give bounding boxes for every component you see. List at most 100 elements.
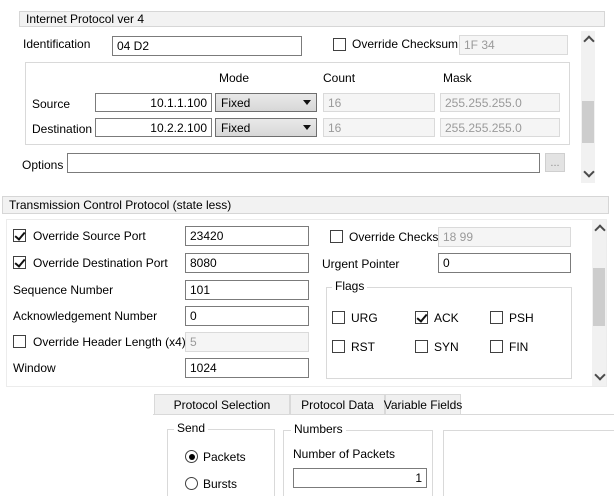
source-mask-value: 255.255.255.0	[445, 95, 522, 110]
source-label: Source	[32, 97, 71, 111]
destination-count-value: 16	[328, 120, 342, 135]
ipv4-section-title: Internet Protocol ver 4	[26, 12, 145, 26]
scroll-down-icon[interactable]	[594, 369, 606, 381]
window-input[interactable]: 1024	[185, 358, 309, 378]
destination-mode-value: Fixed	[221, 120, 251, 135]
acknowledgement-number-value: 0	[190, 309, 197, 323]
destination-mode-select[interactable]: Fixed	[215, 118, 317, 137]
header-length-input: 5	[185, 332, 309, 352]
flag-urg-checkbox[interactable]	[332, 311, 345, 324]
flag-fin-label[interactable]: FIN	[509, 341, 528, 354]
count-column-header: Count	[323, 71, 356, 85]
source-mode-value: Fixed	[221, 95, 251, 110]
destination-port-input[interactable]: 8080	[185, 253, 309, 273]
flag-psh-label[interactable]: PSH	[509, 312, 534, 325]
dropdown-arrow-icon	[303, 100, 311, 105]
scroll-up-icon[interactable]	[594, 224, 606, 236]
send-groupbox-label: Send	[174, 422, 209, 435]
destination-mask-value: 255.255.255.0	[445, 120, 522, 135]
flag-syn-label[interactable]: SYN	[434, 341, 459, 354]
tab-protocol-data-label: Protocol Data	[301, 397, 374, 412]
urgent-pointer-label: Urgent Pointer	[322, 257, 400, 271]
flag-rst-label[interactable]: RST	[351, 341, 375, 354]
clipped-groupbox	[443, 430, 614, 496]
options-input[interactable]	[67, 153, 540, 173]
acknowledgement-number-label: Acknowledgement Number	[13, 309, 158, 323]
urgent-pointer-value: 0	[443, 256, 450, 270]
options-browse-label: ...	[550, 156, 560, 169]
override-header-length-label[interactable]: Override Header Length (x4)	[33, 336, 186, 349]
window-value: 1024	[190, 361, 217, 375]
options-label: Options	[22, 158, 64, 172]
ipv4-section-header[interactable]: Internet Protocol ver 4	[19, 11, 605, 27]
source-port-value: 23420	[190, 229, 224, 243]
tab-variable-fields[interactable]: Variable Fields	[383, 394, 463, 415]
ipv4-override-checksum-checkbox[interactable]	[333, 38, 346, 51]
number-of-packets-input[interactable]: 1	[293, 468, 427, 488]
tab-protocol-selection[interactable]: Protocol Selection	[154, 394, 290, 415]
tcp-section-header[interactable]: Transmission Control Protocol (state les…	[2, 196, 609, 214]
protocol-editor-window: Internet Protocol ver 4 Identification 0…	[0, 0, 614, 496]
options-browse-button[interactable]: ...	[545, 153, 565, 172]
tcp-checksum-input: 18 99	[438, 227, 571, 247]
source-address-input[interactable]: 10.1.1.100	[95, 93, 212, 112]
flag-psh-checkbox[interactable]	[490, 311, 503, 324]
tab-protocol-data[interactable]: Protocol Data	[290, 394, 385, 415]
sequence-number-input[interactable]: 101	[185, 280, 309, 300]
flag-ack-checkbox[interactable]	[415, 311, 428, 324]
tcp-checksum-value: 18 99	[443, 230, 474, 244]
identification-input[interactable]: 04 D2	[112, 36, 302, 56]
urgent-pointer-input[interactable]: 0	[438, 253, 571, 273]
send-bursts-radio[interactable]	[185, 477, 198, 490]
flag-fin-checkbox[interactable]	[490, 340, 503, 353]
source-port-input[interactable]: 23420	[185, 226, 309, 246]
flag-urg-label[interactable]: URG	[351, 312, 378, 325]
tab-variable-fields-label: Variable Fields	[383, 397, 463, 412]
number-of-packets-value: 1	[415, 471, 422, 485]
source-count-value: 16	[328, 95, 342, 110]
ipv4-override-checksum-label[interactable]: Override Checksum	[352, 38, 458, 51]
flag-rst-checkbox[interactable]	[332, 340, 345, 353]
tcp-override-checksum-checkbox[interactable]	[330, 230, 343, 243]
tab-protocol-selection-label: Protocol Selection	[173, 397, 271, 412]
mask-column-header: Mask	[443, 71, 472, 85]
override-source-port-checkbox[interactable]	[13, 229, 26, 242]
identification-label: Identification	[23, 37, 91, 51]
flags-groupbox	[326, 287, 572, 379]
sequence-number-label: Sequence Number	[13, 283, 114, 297]
ipv4-checksum-value: 1F 34	[464, 38, 495, 52]
sequence-number-value: 101	[190, 283, 211, 297]
destination-label: Destination	[32, 122, 93, 136]
numbers-groupbox-label: Numbers	[291, 423, 346, 436]
send-bursts-label[interactable]: Bursts	[203, 478, 237, 491]
tcp-scrollbar-thumb[interactable]	[593, 268, 605, 326]
scroll-up-icon[interactable]	[583, 35, 595, 47]
override-header-length-checkbox[interactable]	[13, 335, 26, 348]
send-packets-label[interactable]: Packets	[203, 451, 246, 464]
destination-mask-input: 255.255.255.0	[440, 118, 560, 137]
identification-value: 04 D2	[117, 39, 150, 53]
flags-groupbox-label: Flags	[332, 280, 368, 293]
destination-address-input[interactable]: 10.2.2.100	[95, 118, 212, 137]
acknowledgement-number-input[interactable]: 0	[185, 306, 309, 326]
number-of-packets-label: Number of Packets	[293, 447, 396, 461]
override-destination-port-checkbox[interactable]	[13, 256, 26, 269]
destination-count-input: 16	[323, 118, 435, 137]
flag-ack-label[interactable]: ACK	[434, 312, 459, 325]
scroll-down-icon[interactable]	[583, 166, 595, 178]
send-packets-radio[interactable]	[185, 450, 198, 463]
header-length-value: 5	[190, 335, 197, 349]
override-source-port-label[interactable]: Override Source Port	[33, 230, 146, 243]
source-mode-select[interactable]: Fixed	[215, 93, 317, 112]
source-mask-input: 255.255.255.0	[440, 93, 560, 112]
source-count-input: 16	[323, 93, 435, 112]
source-address-value: 10.1.1.100	[150, 95, 207, 110]
ipv4-scrollbar-thumb[interactable]	[582, 101, 594, 143]
window-label: Window	[13, 361, 56, 375]
destination-port-value: 8080	[190, 256, 217, 270]
ipv4-checksum-input: 1F 34	[459, 35, 568, 55]
ipv4-scrollbar[interactable]	[581, 31, 595, 183]
tcp-scrollbar[interactable]	[592, 220, 606, 386]
flag-syn-checkbox[interactable]	[415, 340, 428, 353]
override-destination-port-label[interactable]: Override Destination Port	[33, 257, 168, 270]
